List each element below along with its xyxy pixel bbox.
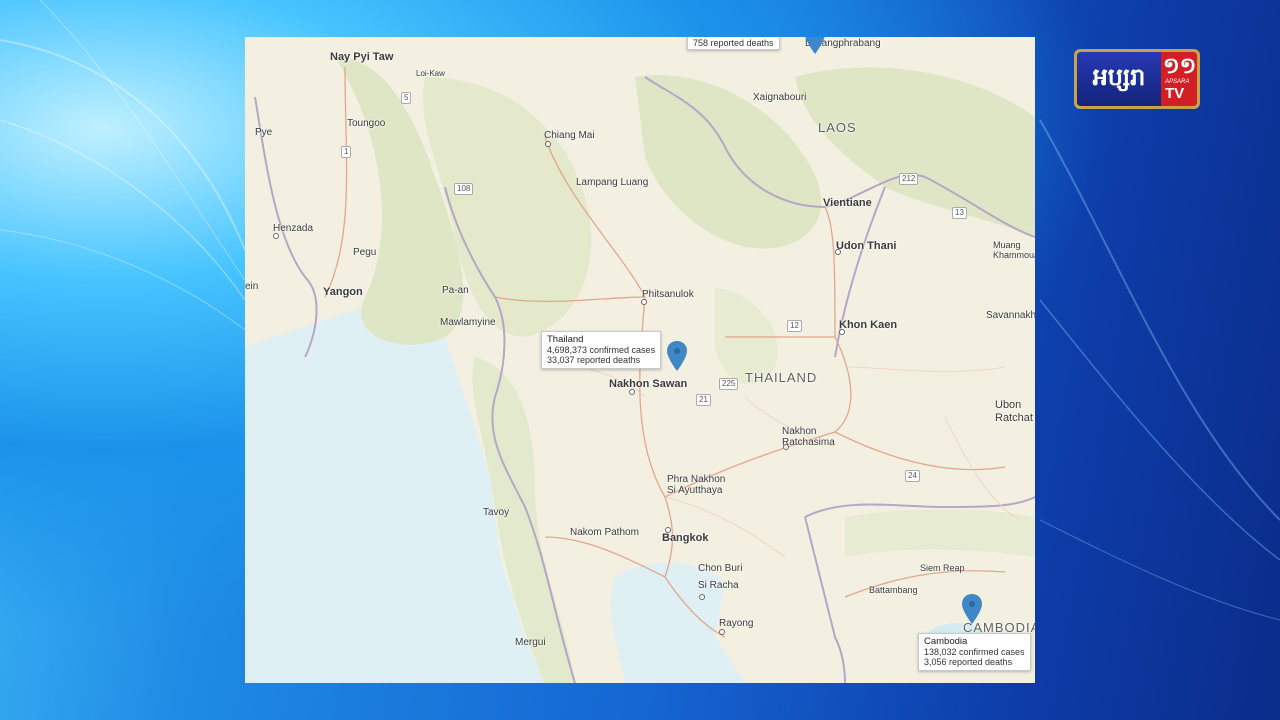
- city-label: Pa-an: [442, 285, 469, 296]
- city-label: Xaignabouri: [753, 92, 807, 103]
- city-dot: [629, 389, 635, 395]
- map-popup-thailand[interactable]: Thailand 4,698,373 confirmed cases 33,03…: [541, 331, 662, 369]
- road-shield: 212: [899, 173, 919, 185]
- city-label: Lampang Luang: [576, 177, 649, 188]
- road-shield: 24: [905, 470, 920, 482]
- city-label: Si Racha: [698, 580, 739, 591]
- channel-logo: អប្សរា ១១ APSARA TV: [1074, 49, 1200, 109]
- road-shield: 13: [952, 207, 967, 219]
- city-label: Pegu: [353, 247, 377, 258]
- map-view[interactable]: LAOS THAILAND CAMBODIA Nay Pyi Taw Loi-K…: [245, 37, 1035, 683]
- city-label: ein: [245, 281, 259, 292]
- map-popup-laos[interactable]: 758 reported deaths: [687, 37, 780, 50]
- road-shield: 225: [719, 378, 739, 390]
- map-pin-icon[interactable]: [804, 37, 826, 55]
- road-shield: 21: [696, 394, 711, 406]
- city-label: Nakhon Ratchasima: [782, 426, 835, 448]
- city-label: Pye: [255, 127, 273, 138]
- city-label: Savannakhe: [986, 310, 1035, 321]
- city-label: Nay Pyi Taw: [330, 51, 394, 63]
- road-shield: 108: [454, 183, 474, 195]
- city-label: Henzada: [273, 223, 314, 234]
- city-label: Battambang: [869, 585, 918, 595]
- city-dot: [665, 527, 671, 533]
- logo-khmer-text: អប្សរា: [1077, 52, 1161, 106]
- city-label: Bangkok: [662, 532, 709, 544]
- city-label: Mergui: [515, 637, 546, 648]
- popup-deaths: 3,056 reported deaths: [924, 657, 1013, 667]
- road-shield: 5: [401, 92, 412, 104]
- city-label: Nakom Pathom: [570, 527, 639, 538]
- city-dot: [719, 629, 725, 635]
- city-label: Vientiane: [823, 197, 872, 209]
- city-label: Ubon Ratchat: [995, 399, 1033, 424]
- city-dot: [545, 141, 551, 147]
- map-popup-cambodia[interactable]: Cambodia 138,032 confirmed cases 3,056 r…: [918, 633, 1031, 671]
- city-label: Yangon: [323, 286, 363, 298]
- logo-tv-text: TV: [1165, 85, 1185, 102]
- road-shield: 1: [341, 146, 352, 158]
- city-dot: [699, 594, 705, 600]
- map-pin-icon[interactable]: [961, 593, 983, 625]
- popup-deaths: 33,037 reported deaths: [547, 355, 641, 365]
- city-label: Udon Thani: [836, 240, 897, 252]
- city-label: Phra Nakhon Si Ayutthaya: [667, 474, 726, 496]
- country-label-laos: LAOS: [818, 120, 857, 135]
- city-dot: [641, 299, 647, 305]
- city-label: Siem Reap: [920, 563, 965, 573]
- city-label: Loi-Kaw: [416, 69, 445, 78]
- popup-deaths: 758 reported deaths: [693, 38, 774, 48]
- city-label: Muang Khammouan: [993, 240, 1035, 260]
- city-dot: [273, 233, 279, 239]
- popup-title: Thailand: [547, 334, 584, 345]
- popup-title: Cambodia: [924, 636, 968, 647]
- popup-cases: 4,698,373 confirmed cases: [547, 345, 656, 355]
- city-label: Chiang Mai: [544, 130, 595, 141]
- city-label: Chon Buri: [698, 563, 743, 574]
- city-label: Nakhon Sawan: [609, 378, 688, 390]
- popup-cases: 138,032 confirmed cases: [924, 647, 1025, 657]
- city-label: Khon Kaen: [839, 319, 898, 331]
- city-dot: [839, 329, 845, 335]
- city-label: Mawlamyine: [440, 317, 496, 328]
- city-label: Toungoo: [347, 118, 386, 129]
- city-dot: [783, 444, 789, 450]
- map-pin-icon[interactable]: [666, 340, 688, 372]
- city-label: Rayong: [719, 618, 754, 629]
- city-label: Phitsanulok: [642, 289, 694, 300]
- city-label: Tavoy: [483, 507, 510, 518]
- city-dot: [835, 249, 841, 255]
- country-label-thailand: THAILAND: [745, 370, 818, 385]
- road-shield: 12: [787, 320, 802, 332]
